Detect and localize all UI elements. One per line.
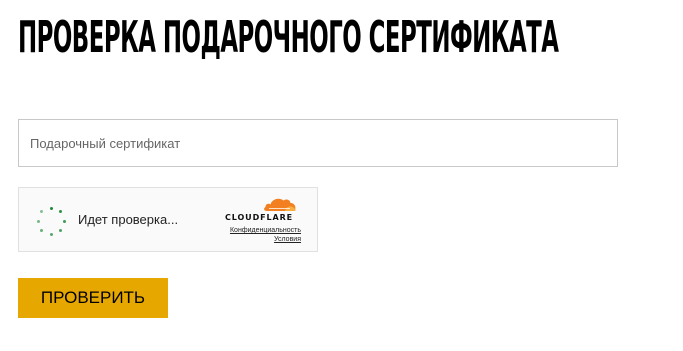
spinner-dot [49, 206, 53, 210]
terms-link[interactable]: Условия [274, 236, 301, 243]
certificate-input[interactable] [18, 119, 618, 167]
check-certificate-button[interactable]: ПРОВЕРИТЬ [18, 278, 168, 318]
captcha-status-text: Идет проверка... [78, 212, 179, 227]
privacy-link[interactable]: Конфиденциальность [230, 227, 301, 234]
spinner-dot [58, 210, 62, 214]
loading-spinner-icon [35, 205, 67, 237]
spinner-dot [58, 228, 62, 232]
cloudflare-wordmark: CLOUDFLARE [225, 213, 293, 222]
cloudflare-turnstile-widget[interactable]: Идет проверка... CLOUDFLARE Конфиденциал… [18, 187, 318, 252]
spinner-dot [62, 219, 66, 223]
page-title: ПРОВЕРКА ПОДАРОЧНОГО СЕРТИФИКАТА [18, 12, 559, 63]
cloudflare-logo: CLOUDFLARE [225, 196, 301, 224]
spinner-dot [49, 232, 53, 236]
spinner-dot [40, 210, 44, 214]
spinner-dot [36, 219, 40, 223]
spinner-dot [40, 228, 44, 232]
cloudflare-cloud-icon [264, 198, 296, 211]
